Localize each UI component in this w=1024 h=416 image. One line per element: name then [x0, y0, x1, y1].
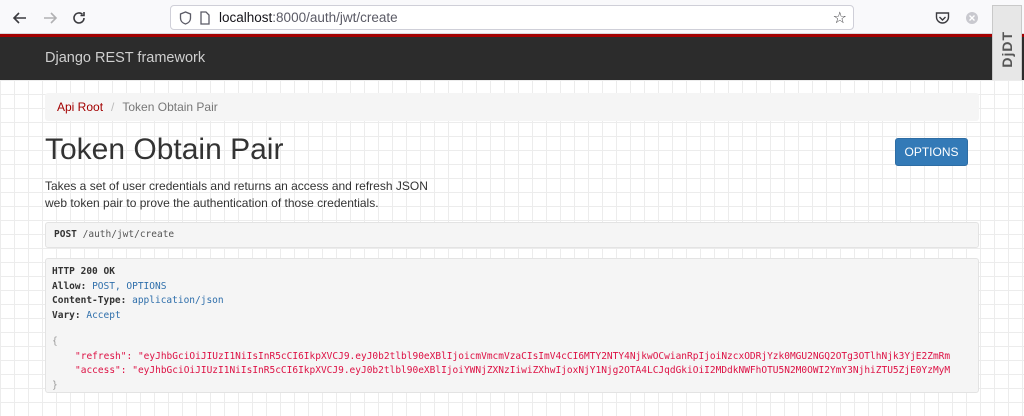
reload-icon[interactable]	[68, 7, 90, 29]
json-key-refresh: "refresh":	[75, 350, 133, 362]
url-bar[interactable]: localhost:8000/auth/jwt/create ☆	[170, 5, 854, 30]
response-info: HTTP 200 OK Allow: POST, OPTIONS Content…	[45, 258, 979, 393]
header-value: Accept	[86, 309, 121, 321]
djdt-label: DjDT	[999, 30, 1015, 68]
extension-icon[interactable]	[962, 8, 982, 28]
json-open-brace: {	[52, 336, 58, 347]
shield-icon[interactable]	[175, 8, 195, 28]
request-method: POST	[54, 229, 77, 240]
breadcrumb-current: Token Obtain Pair	[122, 100, 218, 114]
main-content: Api Root / Token Obtain Pair Token Obtai…	[0, 80, 1024, 416]
browser-toolbar: localhost:8000/auth/jwt/create ☆	[0, 0, 1024, 34]
header-value: application/json	[132, 295, 224, 306]
forward-arrow-icon[interactable]	[39, 7, 61, 29]
header-value: POST, OPTIONS	[92, 280, 167, 292]
response-status: HTTP 200 OK	[52, 266, 115, 277]
url-host: localhost	[219, 10, 273, 25]
breadcrumb: Api Root / Token Obtain Pair	[45, 93, 979, 121]
header-name: Allow:	[52, 280, 87, 292]
breadcrumb-separator: /	[111, 100, 115, 114]
breadcrumb-api-root[interactable]: Api Root	[57, 100, 103, 114]
pocket-icon[interactable]	[932, 8, 952, 28]
brand-link[interactable]: Django REST framework	[45, 50, 205, 66]
url-text[interactable]: localhost:8000/auth/jwt/create	[219, 10, 398, 25]
request-path: /auth/jwt/create	[82, 229, 175, 240]
back-arrow-icon[interactable]	[9, 7, 31, 29]
page-description: Takes a set of user credentials and retu…	[45, 179, 428, 210]
options-button[interactable]: OPTIONS	[895, 138, 968, 166]
header-name: Vary:	[52, 309, 81, 321]
bookmark-star-icon[interactable]: ☆	[833, 8, 847, 28]
request-info: POST /auth/jwt/create	[45, 222, 979, 248]
url-path: :8000/auth/jwt/create	[272, 10, 398, 25]
page-icon[interactable]	[195, 8, 215, 28]
header-name: Content-Type:	[52, 295, 127, 306]
json-value-access: "eyJhbGciOiJIUzI1NiIsInR5cCI6IkpXVCJ9.ey…	[132, 365, 951, 376]
json-key-access: "access":	[75, 365, 127, 376]
json-close-brace: }	[52, 379, 58, 391]
page-title: Token Obtain Pair	[45, 133, 284, 166]
json-value-refresh: "eyJhbGciOiJIUzI1NiIsInR5cCI6IkpXVCJ9.ey…	[137, 350, 951, 362]
navbar: Django REST framework	[0, 37, 1024, 80]
